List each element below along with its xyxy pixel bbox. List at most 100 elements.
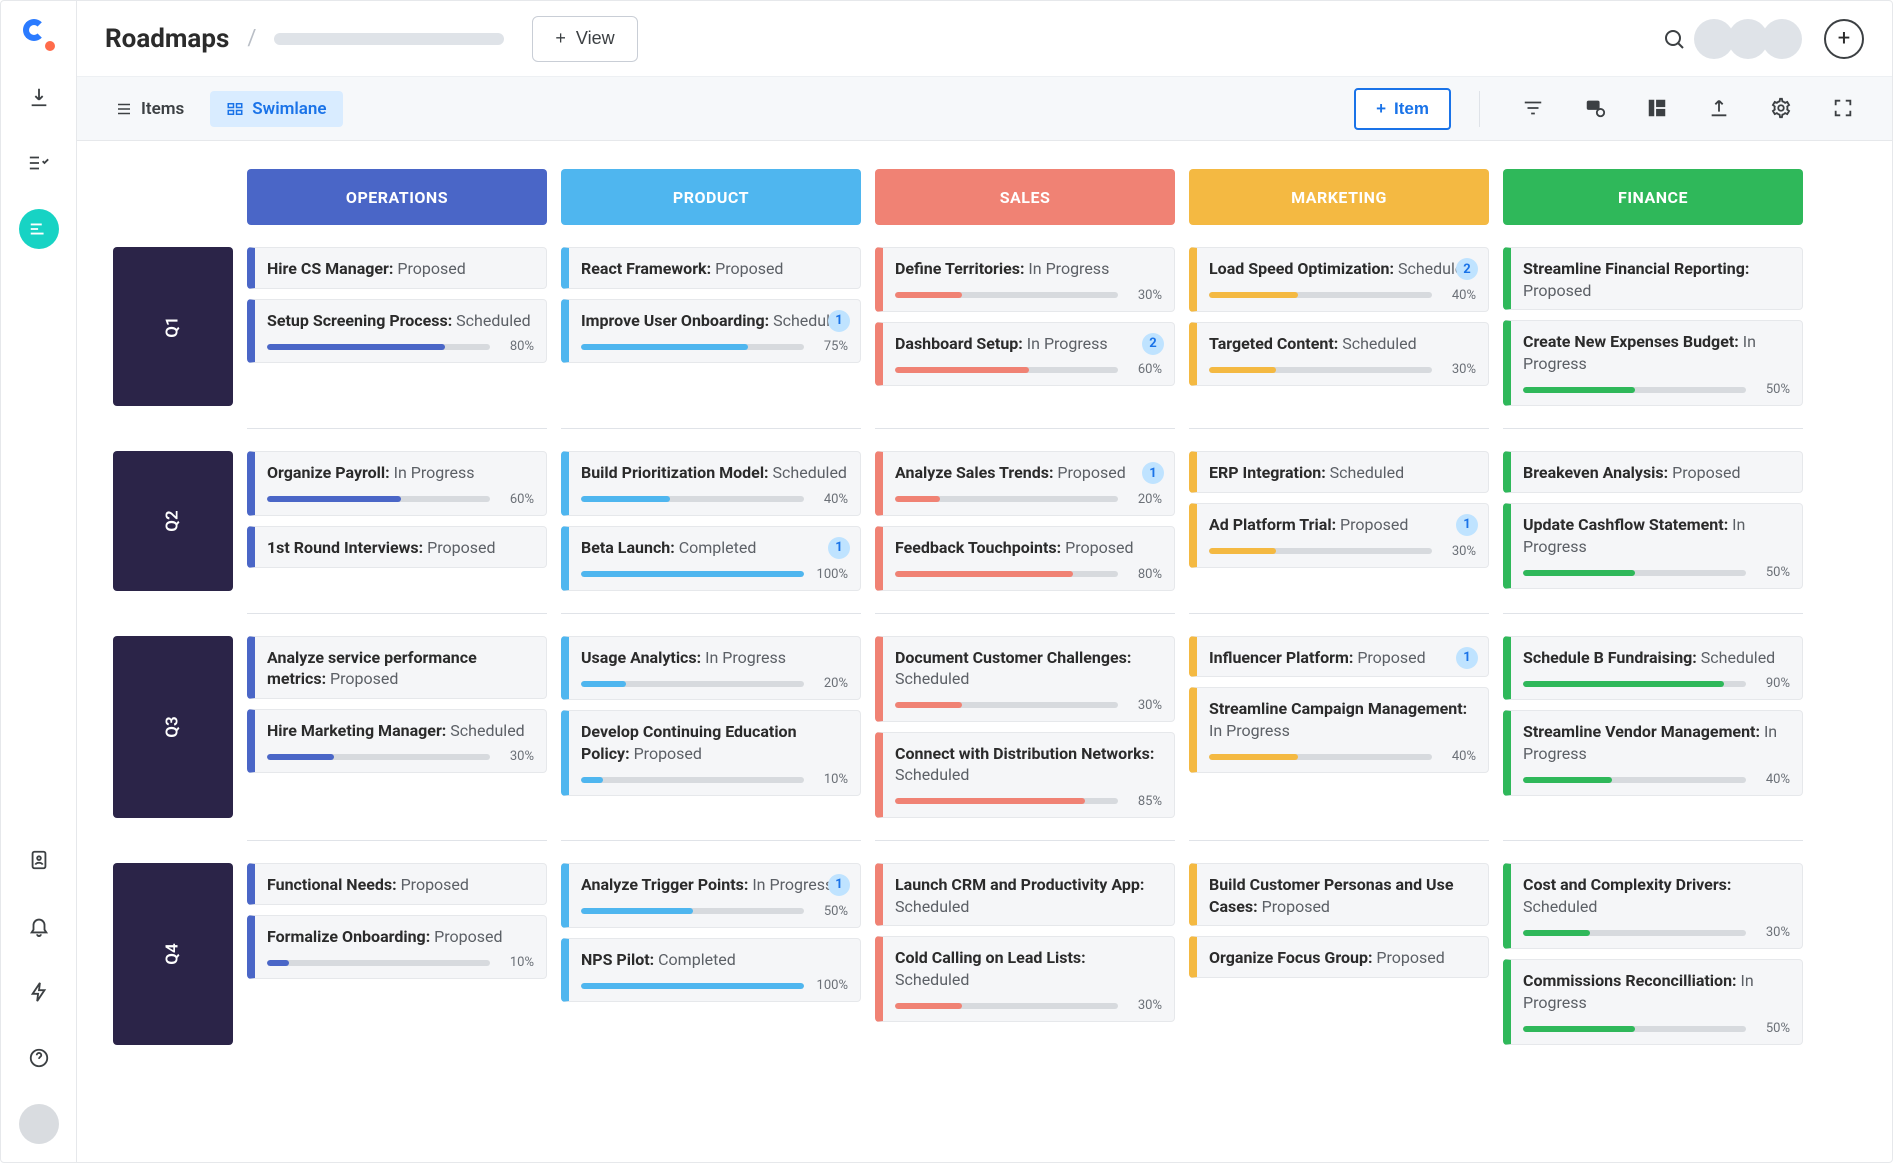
card[interactable]: Streamline Campaign Management: In Progr… xyxy=(1189,687,1489,773)
progress-value: 50% xyxy=(1756,1021,1790,1036)
progress-value: 40% xyxy=(1442,288,1476,303)
roadmap-icon[interactable] xyxy=(19,209,59,249)
card[interactable]: Feedback Touchpoints: Proposed80% xyxy=(875,526,1175,591)
user-avatar[interactable] xyxy=(19,1104,59,1144)
page-title: Roadmaps xyxy=(105,24,229,54)
card[interactable]: Functional Needs: Proposed xyxy=(247,863,547,905)
card[interactable]: Document Customer Challenges: Scheduled3… xyxy=(875,636,1175,722)
link-settings-icon[interactable] xyxy=(1584,97,1608,121)
card[interactable]: Load Speed Optimization: Scheduled240% xyxy=(1189,247,1489,312)
progress-value: 60% xyxy=(500,492,534,507)
tab-swimlane[interactable]: Swimlane xyxy=(210,91,342,127)
card-title: Setup Screening Process: Scheduled xyxy=(267,310,534,332)
filter-icon[interactable] xyxy=(1522,97,1546,121)
cell-q2-product: Build Prioritization Model: Scheduled40%… xyxy=(561,451,861,613)
card[interactable]: Analyze service performance metrics: Pro… xyxy=(247,636,547,699)
list-check-icon[interactable] xyxy=(19,143,59,183)
progress-value: 30% xyxy=(1128,698,1162,713)
card[interactable]: Usage Analytics: In Progress20% xyxy=(561,636,861,701)
card[interactable]: Analyze Trigger Points: In Progress150% xyxy=(561,863,861,928)
card[interactable]: Define Territories: In Progress30% xyxy=(875,247,1175,312)
card[interactable]: Commissions Reconcilliation: In Progress… xyxy=(1503,959,1803,1045)
card[interactable]: Hire Marketing Manager: Scheduled30% xyxy=(247,709,547,774)
card[interactable]: Beta Launch: Completed1100% xyxy=(561,526,861,591)
column-header-sales: SALES xyxy=(875,169,1175,225)
card[interactable]: Breakeven Analysis: Proposed xyxy=(1503,451,1803,493)
main-pane: Roadmaps / + View + xyxy=(77,1,1892,1162)
card[interactable]: Build Customer Personas and Use Cases: P… xyxy=(1189,863,1489,926)
view-button[interactable]: + View xyxy=(532,16,637,62)
card-title: Commissions Reconcilliation: In Progress xyxy=(1523,970,1790,1013)
card-title: Streamline Financial Reporting: Proposed xyxy=(1523,258,1790,301)
swimlane-board: OPERATIONSPRODUCTSALESMARKETINGFINANCEQ1… xyxy=(113,169,1856,1045)
progress-row: 60% xyxy=(895,362,1162,377)
contacts-icon[interactable] xyxy=(19,840,59,880)
card[interactable]: Influencer Platform: Proposed1 xyxy=(1189,636,1489,678)
card[interactable]: Cold Calling on Lead Lists: Scheduled30% xyxy=(875,936,1175,1022)
progress-value: 60% xyxy=(1128,362,1162,377)
progress-row: 30% xyxy=(895,698,1162,713)
progress-row: 40% xyxy=(1209,749,1476,764)
card-title: Schedule B Fundraising: Scheduled xyxy=(1523,647,1790,669)
card[interactable]: Launch CRM and Productivity App: Schedul… xyxy=(875,863,1175,926)
breadcrumb-separator: / xyxy=(247,26,256,51)
add-item-button[interactable]: + Item xyxy=(1354,88,1451,130)
nav-rail xyxy=(1,1,77,1162)
card[interactable]: Develop Continuing Education Policy: Pro… xyxy=(561,710,861,796)
add-item-label: Item xyxy=(1394,99,1429,119)
gear-icon[interactable] xyxy=(1770,97,1794,121)
progress-value: 30% xyxy=(1756,925,1790,940)
card[interactable]: Formalize Onboarding: Proposed10% xyxy=(247,915,547,980)
add-collaborator-button[interactable]: + xyxy=(1824,19,1864,59)
tab-items[interactable]: Items xyxy=(99,91,200,127)
card[interactable]: React Framework: Proposed xyxy=(561,247,861,289)
search-icon[interactable] xyxy=(1662,27,1686,51)
card[interactable]: Organize Focus Group: Proposed xyxy=(1189,936,1489,978)
card[interactable]: Update Cashflow Statement: In Progress50… xyxy=(1503,503,1803,589)
cell-q4-operations: Functional Needs: Proposed Formalize Onbo… xyxy=(247,863,547,1045)
bell-icon[interactable] xyxy=(19,906,59,946)
avatar[interactable] xyxy=(1762,19,1802,59)
card[interactable]: Ad Platform Trial: Proposed130% xyxy=(1189,503,1489,568)
tab-swimlane-label: Swimlane xyxy=(252,99,326,119)
progress-value: 50% xyxy=(1756,382,1790,397)
card[interactable]: Setup Screening Process: Scheduled 80% xyxy=(247,299,547,364)
card[interactable]: Build Prioritization Model: Scheduled40% xyxy=(561,451,861,516)
board-scroll[interactable]: OPERATIONSPRODUCTSALESMARKETINGFINANCEQ1… xyxy=(77,141,1892,1162)
card[interactable]: Targeted Content: Scheduled30% xyxy=(1189,322,1489,387)
card-title: Breakeven Analysis: Proposed xyxy=(1523,462,1790,484)
cell-q3-product: Usage Analytics: In Progress20% Develop C… xyxy=(561,636,861,841)
card[interactable]: Improve User Onboarding: Scheduled175% xyxy=(561,299,861,364)
card-title: Usage Analytics: In Progress xyxy=(581,647,848,669)
card[interactable]: Analyze Sales Trends: Proposed120% xyxy=(875,451,1175,516)
card[interactable]: Streamline Financial Reporting: Proposed xyxy=(1503,247,1803,310)
card[interactable]: Schedule B Fundraising: Scheduled90% xyxy=(1503,636,1803,701)
progress-value: 40% xyxy=(1442,749,1476,764)
card-title: ERP Integration: Scheduled xyxy=(1209,462,1476,484)
progress-row: 30% xyxy=(267,749,534,764)
card[interactable]: Cost and Complexity Drivers: Scheduled30… xyxy=(1503,863,1803,949)
card[interactable]: Organize Payroll: In Progress60% xyxy=(247,451,547,516)
card[interactable]: Connect with Distribution Networks: Sche… xyxy=(875,732,1175,818)
separator xyxy=(1479,91,1480,127)
progress-row: 50% xyxy=(581,904,848,919)
bolt-icon[interactable] xyxy=(19,972,59,1012)
card[interactable]: 1st Round Interviews: Proposed xyxy=(247,526,547,568)
export-icon[interactable] xyxy=(1708,97,1732,121)
row-label-q4: Q4 xyxy=(113,863,233,1045)
card[interactable]: NPS Pilot: Completed100% xyxy=(561,938,861,1003)
fullscreen-icon[interactable] xyxy=(1832,97,1856,121)
layout-icon[interactable] xyxy=(1646,97,1670,121)
help-icon[interactable] xyxy=(19,1038,59,1078)
progress-row: 50% xyxy=(1523,1021,1790,1036)
import-icon[interactable] xyxy=(19,77,59,117)
collaborator-avatars xyxy=(1700,19,1802,59)
card[interactable]: Streamline Vendor Management: In Progres… xyxy=(1503,710,1803,796)
progress-row: 100% xyxy=(581,978,848,993)
progress-value: 80% xyxy=(500,339,534,354)
card[interactable]: Dashboard Setup: In Progress260% xyxy=(875,322,1175,387)
card[interactable]: ERP Integration: Scheduled xyxy=(1189,451,1489,493)
card[interactable]: Hire CS Manager: Proposed xyxy=(247,247,547,289)
card[interactable]: Create New Expenses Budget: In Progress5… xyxy=(1503,320,1803,406)
card-title: Define Territories: In Progress xyxy=(895,258,1162,280)
